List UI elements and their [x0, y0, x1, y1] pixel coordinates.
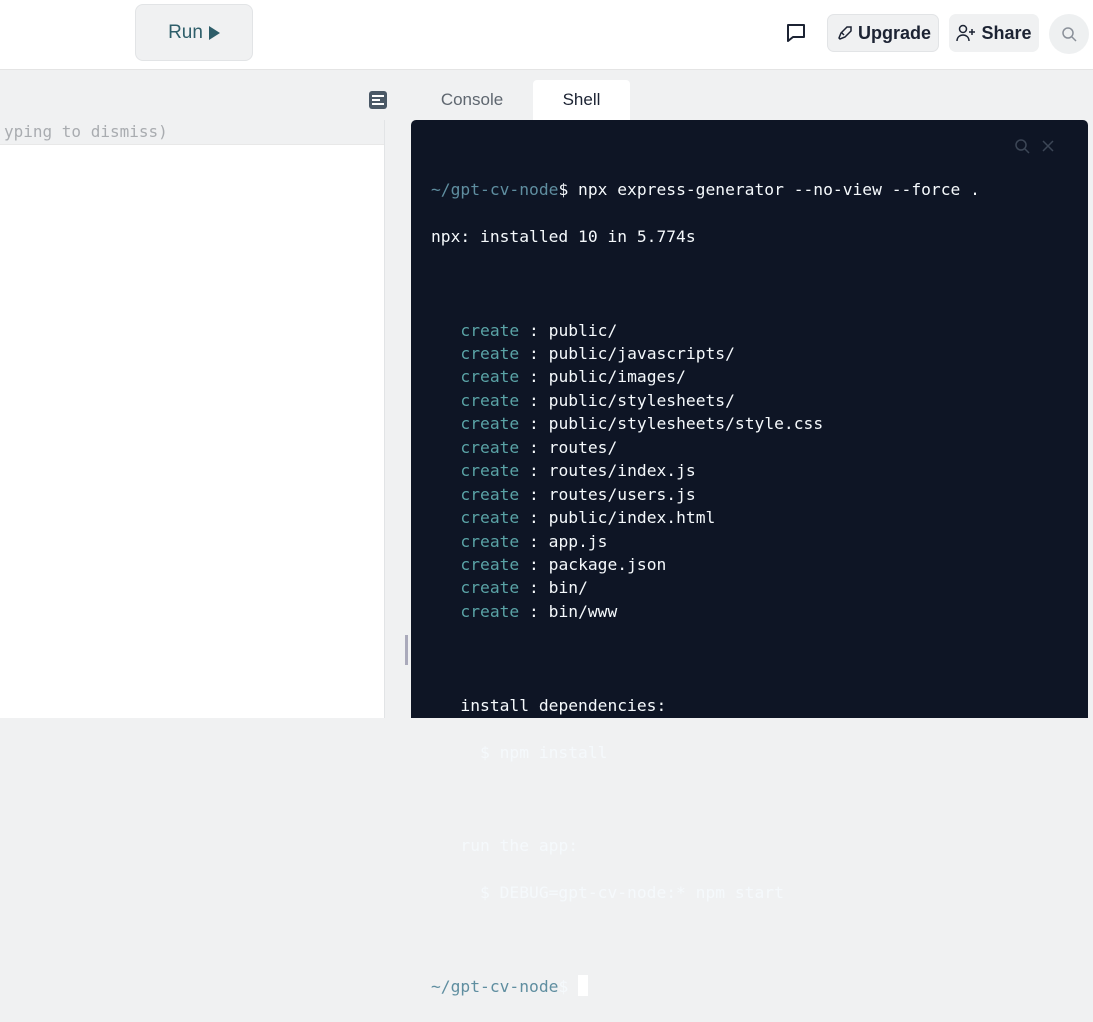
upgrade-label: Upgrade [857, 22, 931, 43]
create-line: create : routes/index.js [460, 461, 696, 481]
share-label: Share [981, 22, 1032, 43]
create-line: create : package.json [460, 554, 667, 574]
create-line: create : public/stylesheets/style.css [460, 414, 824, 434]
output-line: $ npm install [480, 742, 608, 762]
upgrade-button[interactable]: Upgrade [827, 14, 939, 52]
shell-terminal[interactable]: ~/gpt-cv-node$ npx express-generator --n… [411, 120, 1088, 996]
search-icon [1062, 27, 1077, 42]
create-line: create : public/javascripts/ [460, 344, 735, 364]
create-line: create : public/index.html [460, 508, 716, 528]
output-line: run the app: [460, 836, 579, 856]
output-line: install dependencies: [460, 695, 667, 715]
editor-hint: yping to dismiss) [0, 120, 384, 145]
prompt-line: ~/gpt-cv-node$ [431, 974, 1068, 998]
resize-handle[interactable] [405, 635, 408, 665]
play-icon [208, 25, 220, 40]
output-line: npx: installed 10 in 5.774s [431, 226, 696, 246]
run-label: Run [168, 21, 203, 43]
create-line: create : app.js [460, 531, 608, 551]
create-line: create : routes/ [460, 437, 618, 457]
run-button[interactable]: Run [135, 4, 253, 61]
create-line: create : bin/ [460, 578, 588, 598]
tab-shell[interactable]: Shell [533, 80, 630, 120]
terminal-search-icon[interactable] [1014, 138, 1030, 154]
search-button[interactable] [1049, 14, 1089, 54]
rocket-icon [838, 26, 852, 40]
create-line: create : bin/www [460, 601, 618, 621]
code-editor[interactable]: yping to dismiss) [0, 120, 385, 718]
tab-console[interactable]: Console [412, 80, 532, 120]
top-bar: Run Upgrade Share [0, 0, 1093, 70]
command-line: ~/gpt-cv-node$ npx express-generator --n… [431, 179, 980, 199]
create-line: create : routes/users.js [460, 484, 696, 504]
add-user-icon [956, 24, 976, 42]
cursor [578, 974, 589, 996]
share-button[interactable]: Share [949, 14, 1039, 52]
create-line: create : public/ [460, 320, 618, 340]
create-line: create : public/stylesheets/ [460, 390, 735, 410]
create-line: create : public/images/ [460, 367, 686, 387]
output-line: $ DEBUG=gpt-cv-node:* npm start [480, 883, 784, 903]
close-icon[interactable] [1042, 140, 1054, 152]
chat-icon[interactable] [785, 22, 807, 44]
format-icon[interactable] [369, 91, 387, 109]
